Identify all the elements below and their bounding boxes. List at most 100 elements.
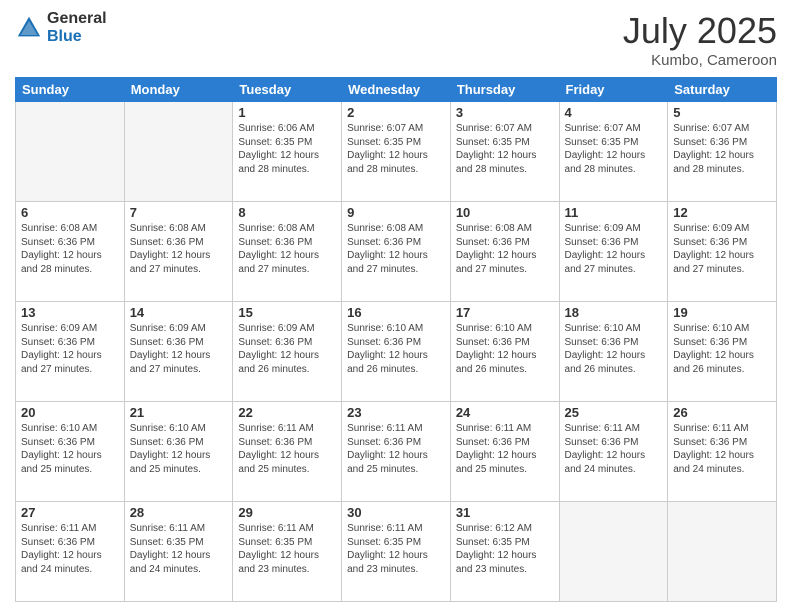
sunrise-text: Sunrise: 6:11 AM <box>347 422 445 436</box>
sunset-text: Sunset: 6:35 PM <box>238 536 336 550</box>
sunrise-text: Sunrise: 6:08 AM <box>21 222 119 236</box>
sunrise-text: Sunrise: 6:11 AM <box>565 422 663 436</box>
day-info: Sunrise: 6:09 AMSunset: 6:36 PMDaylight:… <box>565 222 663 276</box>
daylight-text: Daylight: 12 hours and 28 minutes. <box>456 149 554 176</box>
sunrise-text: Sunrise: 6:07 AM <box>673 122 771 136</box>
sunset-text: Sunset: 6:36 PM <box>238 336 336 350</box>
sunrise-text: Sunrise: 6:11 AM <box>130 522 228 536</box>
day-number: 19 <box>673 305 771 320</box>
table-row: 4 Sunrise: 6:07 AMSunset: 6:35 PMDaylight… <box>559 102 668 202</box>
daylight-text: Daylight: 12 hours and 23 minutes. <box>238 549 336 576</box>
table-row: 10Sunrise: 6:08 AMSunset: 6:36 PMDayligh… <box>450 202 559 302</box>
table-row: 19 Sunrise: 6:10 AMSunset: 6:36 PMDayligh… <box>668 302 777 402</box>
daylight-text: Daylight: 12 hours and 25 minutes. <box>238 449 336 476</box>
sunset-text: Sunset: 6:36 PM <box>21 436 119 450</box>
sunrise-text: Sunrise: 6:09 AM <box>21 322 119 336</box>
day-number: 8 <box>238 205 336 220</box>
sunset-text: Sunset: 6:35 PM <box>565 136 663 150</box>
sunset-text: Sunset: 6:36 PM <box>673 436 771 450</box>
daylight-text: Daylight: 12 hours and 23 minutes. <box>456 549 554 576</box>
table-row: 11 Sunrise: 6:09 AMSunset: 6:36 PMDayligh… <box>559 202 668 302</box>
table-row: 8 Sunrise: 6:08 AMSunset: 6:36 PMDaylight… <box>233 202 342 302</box>
sunset-text: Sunset: 6:36 PM <box>565 236 663 250</box>
table-row: 20Sunrise: 6:10 AMSunset: 6:36 PMDayligh… <box>16 402 125 502</box>
sunset-text: Sunset: 6:36 PM <box>456 336 554 350</box>
sunset-text: Sunset: 6:35 PM <box>130 536 228 550</box>
day-info: Sunrise: 6:10 AMSunset: 6:36 PMDaylight:… <box>673 322 771 376</box>
table-row: 3 Sunrise: 6:07 AMSunset: 6:35 PMDaylight… <box>450 102 559 202</box>
logo: General Blue <box>15 10 107 45</box>
day-number: 11 <box>565 205 663 220</box>
sunset-text: Sunset: 6:35 PM <box>456 136 554 150</box>
day-number: 4 <box>565 105 663 120</box>
daylight-text: Daylight: 12 hours and 25 minutes. <box>21 449 119 476</box>
daylight-text: Daylight: 12 hours and 25 minutes. <box>347 449 445 476</box>
day-info: Sunrise: 6:07 AMSunset: 6:35 PMDaylight:… <box>565 122 663 176</box>
day-info: Sunrise: 6:10 AMSunset: 6:36 PMDaylight:… <box>130 422 228 476</box>
day-info: Sunrise: 6:11 AMSunset: 6:35 PMDaylight:… <box>238 522 336 576</box>
table-row: 26Sunrise: 6:11 AMSunset: 6:36 PMDayligh… <box>668 402 777 502</box>
sunrise-text: Sunrise: 6:09 AM <box>565 222 663 236</box>
day-info: Sunrise: 6:10 AMSunset: 6:36 PMDaylight:… <box>456 322 554 376</box>
daylight-text: Daylight: 12 hours and 28 minutes. <box>565 149 663 176</box>
calendar-week-row: 1Sunrise: 6:06 AMSunset: 6:35 PMDaylight… <box>16 102 777 202</box>
calendar-week-row: 27 Sunrise: 6:11 AMSunset: 6:36 PMDayligh… <box>16 502 777 602</box>
sunrise-text: Sunrise: 6:08 AM <box>347 222 445 236</box>
sunset-text: Sunset: 6:36 PM <box>673 136 771 150</box>
sunset-text: Sunset: 6:36 PM <box>130 236 228 250</box>
daylight-text: Daylight: 12 hours and 27 minutes. <box>130 349 228 376</box>
day-number: 13 <box>21 305 119 320</box>
sunset-text: Sunset: 6:35 PM <box>347 136 445 150</box>
sunrise-text: Sunrise: 6:10 AM <box>456 322 554 336</box>
day-number: 21 <box>130 405 228 420</box>
day-number: 27 <box>21 505 119 520</box>
table-row: 31Sunrise: 6:12 AMSunset: 6:35 PMDayligh… <box>450 502 559 602</box>
day-info: Sunrise: 6:11 AMSunset: 6:36 PMDaylight:… <box>21 522 119 576</box>
daylight-text: Daylight: 12 hours and 28 minutes. <box>238 149 336 176</box>
day-info: Sunrise: 6:11 AMSunset: 6:36 PMDaylight:… <box>238 422 336 476</box>
day-info: Sunrise: 6:11 AMSunset: 6:36 PMDaylight:… <box>565 422 663 476</box>
day-number: 6 <box>21 205 119 220</box>
title-block: July 2025 Kumbo, Cameroon <box>623 10 777 69</box>
table-row: 30Sunrise: 6:11 AMSunset: 6:35 PMDayligh… <box>342 502 451 602</box>
location: Kumbo, Cameroon <box>623 52 777 69</box>
sunrise-text: Sunrise: 6:09 AM <box>238 322 336 336</box>
day-info: Sunrise: 6:09 AMSunset: 6:36 PMDaylight:… <box>673 222 771 276</box>
sunrise-text: Sunrise: 6:11 AM <box>456 422 554 436</box>
sunset-text: Sunset: 6:36 PM <box>21 236 119 250</box>
sunrise-text: Sunrise: 6:12 AM <box>456 522 554 536</box>
col-friday: Friday <box>559 78 668 102</box>
day-number: 16 <box>347 305 445 320</box>
sunrise-text: Sunrise: 6:11 AM <box>347 522 445 536</box>
sunset-text: Sunset: 6:36 PM <box>673 336 771 350</box>
table-row <box>16 102 125 202</box>
day-number: 2 <box>347 105 445 120</box>
calendar-week-row: 20 Sunrise: 6:10 AMSunset: 6:36 PMDayligh… <box>16 402 777 502</box>
sunrise-text: Sunrise: 6:11 AM <box>21 522 119 536</box>
sunset-text: Sunset: 6:36 PM <box>565 336 663 350</box>
daylight-text: Daylight: 12 hours and 26 minutes. <box>456 349 554 376</box>
day-number: 10 <box>456 205 554 220</box>
day-info: Sunrise: 6:09 AMSunset: 6:36 PMDaylight:… <box>238 322 336 376</box>
sunrise-text: Sunrise: 6:09 AM <box>130 322 228 336</box>
sunrise-text: Sunrise: 6:07 AM <box>456 122 554 136</box>
sunrise-text: Sunrise: 6:09 AM <box>673 222 771 236</box>
day-number: 26 <box>673 405 771 420</box>
calendar-week-row: 13Sunrise: 6:09 AMSunset: 6:36 PMDayligh… <box>16 302 777 402</box>
daylight-text: Daylight: 12 hours and 28 minutes. <box>673 149 771 176</box>
day-number: 3 <box>456 105 554 120</box>
daylight-text: Daylight: 12 hours and 23 minutes. <box>347 549 445 576</box>
table-row: 2Sunrise: 6:07 AMSunset: 6:35 PMDaylight… <box>342 102 451 202</box>
table-row: 13Sunrise: 6:09 AMSunset: 6:36 PMDayligh… <box>16 302 125 402</box>
day-info: Sunrise: 6:08 AMSunset: 6:36 PMDaylight:… <box>238 222 336 276</box>
daylight-text: Daylight: 12 hours and 26 minutes. <box>347 349 445 376</box>
daylight-text: Daylight: 12 hours and 24 minutes. <box>565 449 663 476</box>
daylight-text: Daylight: 12 hours and 27 minutes. <box>347 249 445 276</box>
day-number: 18 <box>565 305 663 320</box>
day-info: Sunrise: 6:12 AMSunset: 6:35 PMDaylight:… <box>456 522 554 576</box>
day-number: 20 <box>21 405 119 420</box>
calendar-week-row: 6Sunrise: 6:08 AMSunset: 6:36 PMDaylight… <box>16 202 777 302</box>
sunrise-text: Sunrise: 6:11 AM <box>673 422 771 436</box>
day-info: Sunrise: 6:06 AMSunset: 6:35 PMDaylight:… <box>238 122 336 176</box>
day-number: 24 <box>456 405 554 420</box>
